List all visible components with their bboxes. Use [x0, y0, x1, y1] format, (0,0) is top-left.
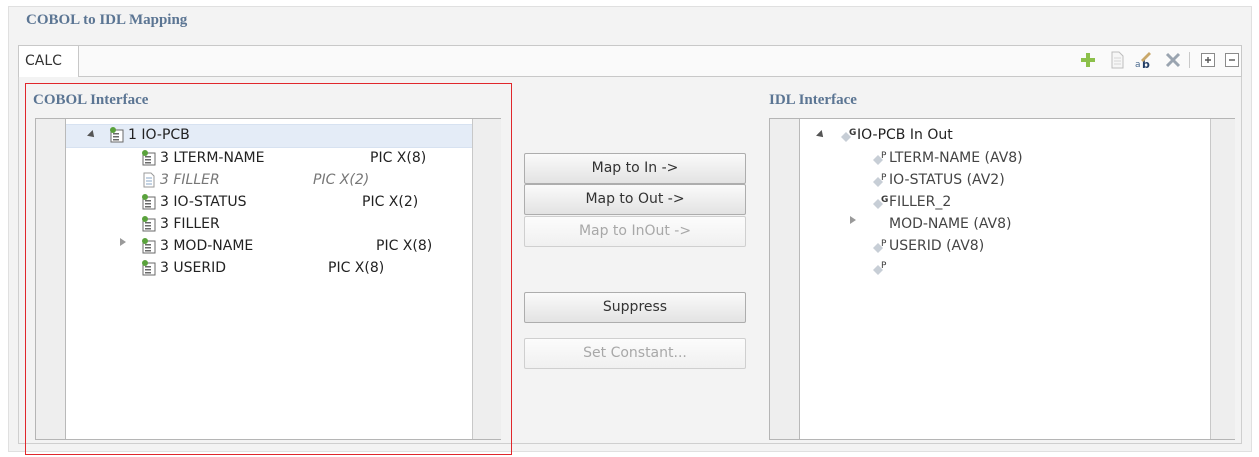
group-field-icon [142, 238, 156, 254]
idl-group-icon: G [873, 195, 888, 209]
filler-field-icon [143, 172, 155, 188]
cobol-row-label[interactable]: 3 USERID [160, 257, 226, 279]
idl-tree-scrollbar[interactable] [1210, 119, 1235, 439]
idl-badge: G [849, 128, 856, 138]
map-to-out-button[interactable]: Map to Out -> [524, 184, 746, 215]
idl-tree-divider [799, 119, 800, 439]
idl-parameter-icon: P [873, 151, 887, 165]
cobol-row-label[interactable]: 3 FILLER [160, 169, 220, 191]
idl-badge: G [881, 195, 888, 205]
group-field-icon [142, 150, 156, 166]
svg-text:a: a [1135, 60, 1141, 70]
group-field-icon [142, 260, 156, 276]
idl-parameter-icon: P [873, 173, 887, 187]
idl-group-icon: G [841, 128, 856, 142]
group-field-icon [142, 194, 156, 210]
cobol-row-pic: PIC X(8) [328, 260, 385, 276]
idl-badge: P [881, 239, 887, 249]
cobol-row-pic: PIC X(8) [376, 238, 433, 254]
tab-bar [18, 45, 1242, 77]
cobol-row-label[interactable]: 3 IO-STATUS [160, 191, 246, 213]
collapse-all-icon[interactable] [1222, 50, 1242, 70]
cobol-row-pic: PIC X(8) [370, 150, 427, 166]
expand-toggle[interactable] [120, 238, 126, 246]
rename-icon[interactable]: a b [1134, 50, 1154, 70]
map-to-in-button[interactable]: Map to In -> [524, 153, 746, 184]
idl-row-label[interactable]: USERID (AV8) [889, 235, 984, 257]
set-constant-button[interactable]: Set Constant... [524, 338, 746, 369]
cobol-row-pic: PIC X(2) [362, 194, 419, 210]
cobol-row-label[interactable]: 3 MOD-NAME [160, 235, 253, 257]
cobol-tree-gutter [36, 119, 65, 439]
cobol-row-label[interactable]: 3 LTERM-NAME [160, 147, 264, 169]
idl-badge: P [881, 261, 887, 271]
delete-icon[interactable] [1163, 50, 1183, 70]
cobol-row-label[interactable]: 3 FILLER [160, 213, 220, 235]
add-icon[interactable] [1078, 50, 1098, 70]
idl-row-label[interactable]: IO-STATUS (AV2) [889, 169, 1005, 191]
document-icon[interactable] [1107, 50, 1127, 70]
idl-row-label[interactable]: FILLER_2 [889, 191, 951, 213]
idl-panel-title: IDL Interface [769, 92, 857, 108]
group-field-icon [142, 216, 156, 232]
cobol-tree-scrollbar[interactable] [472, 119, 501, 439]
section-title: COBOL to IDL Mapping [26, 12, 188, 28]
idl-row-label[interactable]: LTERM-NAME (AV8) [889, 147, 1023, 169]
suppress-button[interactable]: Suppress [524, 292, 746, 323]
toolbar-separator [1189, 52, 1190, 68]
cobol-tree[interactable] [35, 118, 501, 440]
cobol-tree-divider [65, 119, 66, 439]
map-to-inout-button[interactable]: Map to InOut -> [524, 216, 746, 247]
cobol-row-label[interactable]: 1 IO-PCB [128, 124, 190, 146]
idl-parameter-icon: P [873, 239, 887, 253]
expand-all-icon[interactable] [1198, 50, 1218, 70]
idl-row-label[interactable]: MOD-NAME (AV8) [889, 213, 1011, 235]
tab-calc[interactable]: CALC [18, 45, 79, 77]
cobol-row-pic: PIC X(2) [313, 172, 370, 188]
idl-row-label[interactable]: IO-PCB In Out [857, 124, 953, 146]
group-field-icon [110, 127, 124, 143]
idl-parameter-icon: P [873, 261, 887, 275]
selected-row [66, 124, 472, 148]
expand-toggle[interactable] [850, 216, 856, 224]
idl-tree-gutter [770, 119, 799, 439]
idl-badge: P [881, 151, 887, 161]
idl-badge: P [881, 173, 887, 183]
